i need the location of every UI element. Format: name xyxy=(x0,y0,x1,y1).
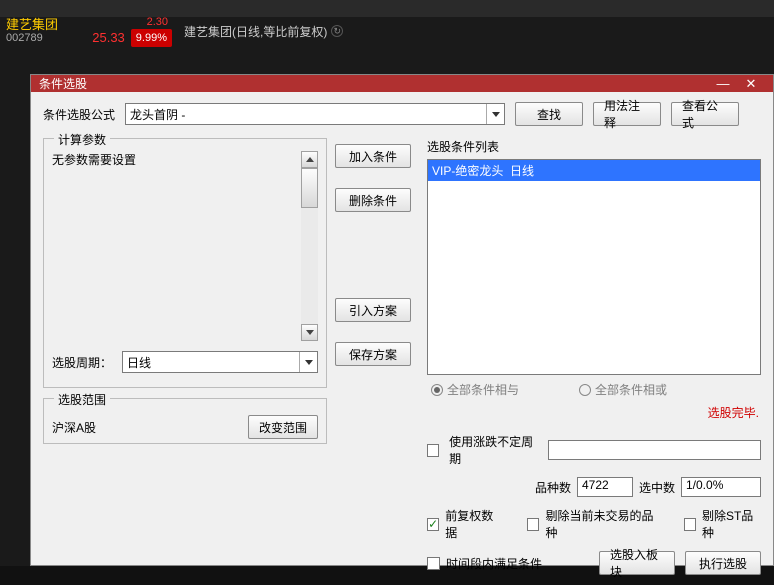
add-condition-button[interactable]: 加入条件 xyxy=(335,144,411,168)
params-group-title: 计算参数 xyxy=(54,131,110,148)
stock-name: 建艺集团 xyxy=(6,17,58,33)
fq-checkbox-label[interactable]: 前复权数据 xyxy=(427,507,501,541)
dialog-title: 条件选股 xyxy=(39,75,87,92)
time-range-checkbox[interactable] xyxy=(427,557,440,570)
usage-button[interactable]: 用法注释 xyxy=(593,102,661,126)
selected-label: 选中数 xyxy=(639,479,675,496)
period-combo[interactable]: 日线 xyxy=(122,351,318,373)
change-period-input[interactable] xyxy=(548,440,761,460)
params-scrollbar[interactable] xyxy=(301,151,318,341)
list-item[interactable]: VIP-绝密龙头 日线 xyxy=(428,160,760,181)
chart-title: 建艺集团(日线,等比前复权) xyxy=(184,23,327,40)
formula-combo[interactable]: 龙头首阴 - xyxy=(125,103,505,125)
import-plan-button[interactable]: 引入方案 xyxy=(335,298,411,322)
condition-list-label: 选股条件列表 xyxy=(427,138,761,155)
chevron-down-icon[interactable] xyxy=(299,352,317,372)
range-value: 沪深A股 xyxy=(52,419,96,436)
stock-change-value: 2.30 xyxy=(147,15,168,29)
stock-price: 25.33 xyxy=(92,30,125,47)
condition-listbox[interactable]: VIP-绝密龙头 日线 xyxy=(427,159,761,375)
condition-stock-dialog: 条件选股 — ✕ 条件选股公式 龙头首阴 - 查找 用法注释 查看公式 计算参数… xyxy=(30,74,774,566)
fq-checkbox[interactable] xyxy=(427,518,439,531)
excl-st-checkbox[interactable] xyxy=(684,518,696,531)
radio-and[interactable]: 全部条件相与 xyxy=(431,381,519,398)
excl-notrade-checkbox[interactable] xyxy=(527,518,539,531)
params-text: 无参数需要设置 xyxy=(52,153,136,167)
stock-change-pct: 9.99% xyxy=(131,29,172,47)
range-group-title: 选股范围 xyxy=(54,391,110,408)
count-value: 4722 xyxy=(577,477,633,497)
period-value: 日线 xyxy=(127,354,151,371)
radio-icon xyxy=(579,384,591,396)
use-change-label: 使用涨跌不定周期 xyxy=(449,433,538,467)
to-block-button[interactable]: 选股入板块 xyxy=(599,551,675,575)
use-change-checkbox[interactable] xyxy=(427,444,439,457)
time-range-checkbox-label[interactable]: 时间段内满足条件 xyxy=(427,555,542,572)
selected-value: 1/0.0% xyxy=(681,477,761,497)
status-message: 选股完毕. xyxy=(427,402,761,427)
change-range-button[interactable]: 改变范围 xyxy=(248,415,318,439)
scroll-up-icon[interactable] xyxy=(301,151,318,168)
view-formula-button[interactable]: 查看公式 xyxy=(671,102,739,126)
close-button[interactable]: ✕ xyxy=(737,76,765,92)
excl-notrade-checkbox-label[interactable]: 剔除当前未交易的品种 xyxy=(527,507,658,541)
find-button[interactable]: 查找 xyxy=(515,102,583,126)
stock-code: 002789 xyxy=(6,32,58,45)
scroll-down-icon[interactable] xyxy=(301,324,318,341)
radio-or[interactable]: 全部条件相或 xyxy=(579,381,667,398)
dialog-titlebar[interactable]: 条件选股 — ✕ xyxy=(31,75,773,92)
refresh-icon[interactable]: ↻ xyxy=(331,25,343,37)
run-selection-button[interactable]: 执行选股 xyxy=(685,551,761,575)
formula-label: 条件选股公式 xyxy=(43,106,115,123)
chevron-down-icon[interactable] xyxy=(486,104,504,124)
count-label: 品种数 xyxy=(535,479,571,496)
formula-value: 龙头首阴 - xyxy=(130,106,185,123)
radio-icon xyxy=(431,384,443,396)
delete-condition-button[interactable]: 删除条件 xyxy=(335,188,411,212)
save-plan-button[interactable]: 保存方案 xyxy=(335,342,411,366)
scroll-thumb[interactable] xyxy=(301,168,318,208)
minimize-button[interactable]: — xyxy=(709,76,737,91)
period-label: 选股周期： xyxy=(52,354,112,371)
excl-st-checkbox-label[interactable]: 剔除ST品种 xyxy=(684,507,761,541)
